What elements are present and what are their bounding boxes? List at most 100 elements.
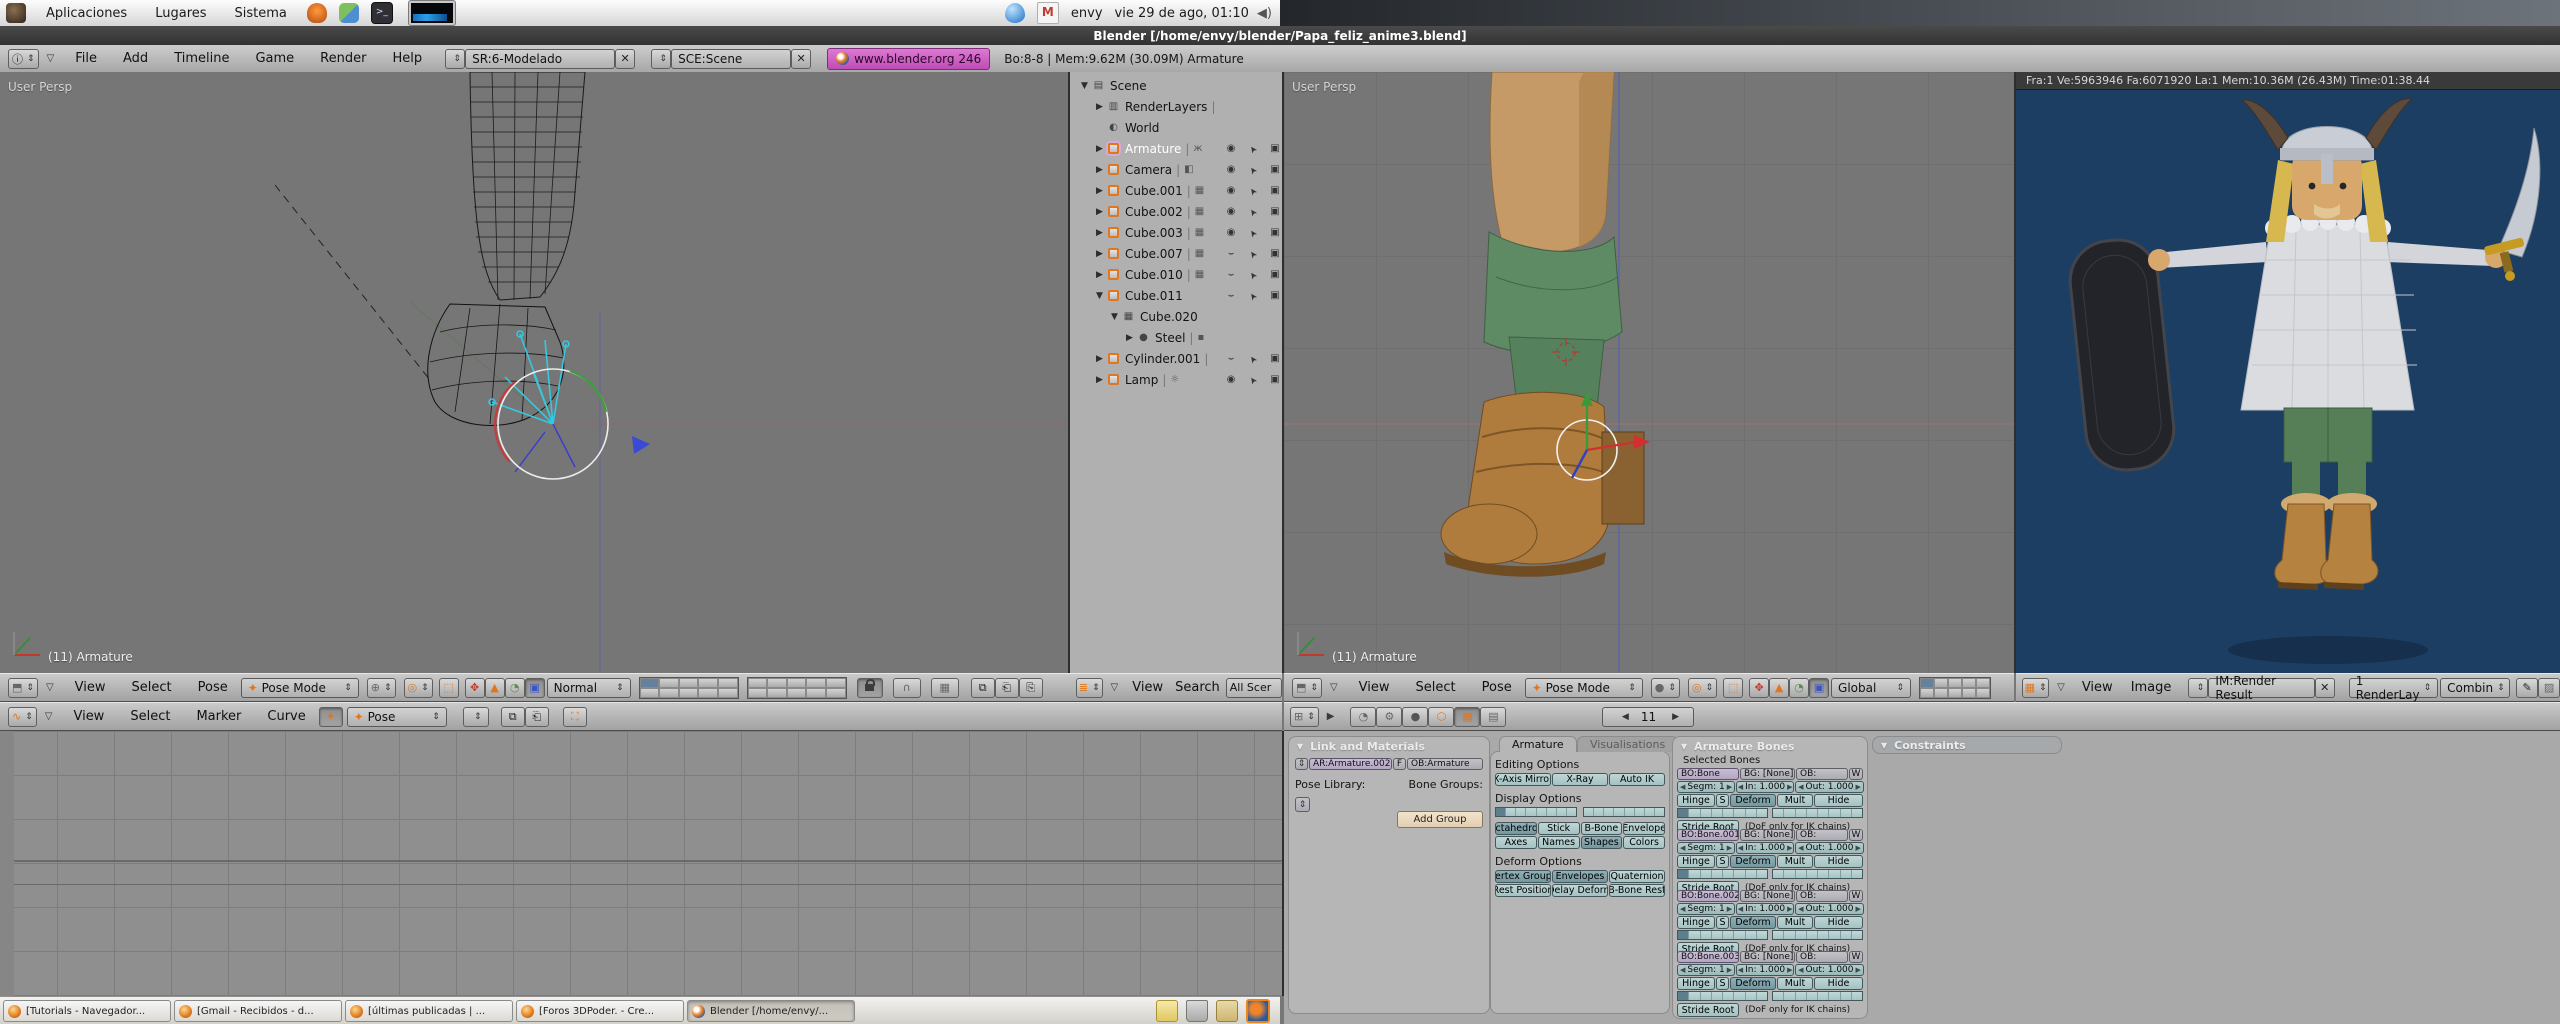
layer-cell[interactable]	[1851, 870, 1862, 878]
layer-cell[interactable]	[1734, 809, 1746, 817]
copy-pose-button[interactable]: ⧉	[970, 677, 995, 698]
outliner-panel[interactable]: ▼ ▤ Scene ▶ ▥ RenderLayers | ◐ World ▶ Armature | ж ◉…	[1070, 72, 1284, 673]
screen-selector[interactable]: SR:6-Modelado	[465, 48, 616, 69]
manipulator-translate-button[interactable]: ✥	[1749, 677, 1770, 698]
ipo-browse-button[interactable]: ⇕	[462, 706, 489, 727]
menu-lugares[interactable]: Lugares	[155, 6, 206, 21]
bone-ob-field[interactable]: OB:	[1796, 890, 1848, 902]
trash-icon[interactable]	[1186, 1000, 1208, 1022]
bone-segm-field[interactable]: ◀ Segm: 1 ▶	[1677, 903, 1736, 915]
menu-view[interactable]: View	[73, 709, 104, 724]
visibility-toggle-icon[interactable]: ⌣	[1222, 353, 1240, 364]
paste-pose-button[interactable]: ⎗	[994, 677, 1019, 698]
layer-cell[interactable]	[1594, 808, 1605, 816]
bone-mult-button[interactable]: Mult	[1777, 977, 1813, 990]
layer-cell[interactable]	[1756, 931, 1767, 939]
layer-cell[interactable]	[639, 677, 660, 688]
outliner-item-label[interactable]: Scene	[1110, 79, 1147, 93]
layer-cell[interactable]	[1948, 677, 1963, 688]
expand-open-icon[interactable]: ▼	[1108, 312, 1121, 322]
lock-button[interactable]	[856, 677, 883, 698]
layer-cell[interactable]	[1773, 809, 1785, 817]
layer-cell[interactable]	[1745, 809, 1757, 817]
outliner-row[interactable]: ▶ Cylinder.001 | ⌣ ➤ ▣	[1070, 348, 1282, 369]
renderable-toggle-icon[interactable]: ▣	[1266, 353, 1284, 364]
menu-sistema[interactable]: Sistema	[235, 6, 287, 21]
taskbar-item[interactable]: [últimas publicadas | ...	[345, 1000, 513, 1022]
layer-cell[interactable]	[1556, 808, 1567, 816]
x-axis-mirror-button[interactable]: X-Axis Mirror	[1495, 773, 1551, 786]
outliner-row[interactable]: ▼ ▦ Cube.020	[1070, 306, 1282, 327]
layer-cell[interactable]	[1536, 808, 1547, 816]
bone-ob-field[interactable]: OB:	[1796, 768, 1848, 780]
selectable-toggle-icon[interactable]: ➤	[1245, 206, 1263, 218]
layer-cell[interactable]	[1806, 870, 1818, 878]
manipulator-translate-button[interactable]: ✥	[464, 677, 485, 698]
outliner-item-label[interactable]: Cube.020	[1140, 310, 1198, 324]
renderable-toggle-icon[interactable]: ▣	[1266, 290, 1284, 301]
layer-cell[interactable]	[1934, 687, 1949, 698]
viewport-3d-left[interactable]: User Persp (11) Armature	[0, 72, 1070, 673]
menu-search[interactable]: Search	[1175, 680, 1220, 695]
fake-user-button[interactable]: F	[1393, 758, 1406, 770]
outliner-item-label[interactable]: Cube.003	[1125, 226, 1183, 240]
layer-cell[interactable]	[1604, 808, 1615, 816]
editor-type-button[interactable]: ⬒ ⇕	[8, 677, 38, 698]
outliner-row[interactable]: ▶ Lamp | ☼ ◉ ➤ ▣	[1070, 369, 1282, 390]
selectable-toggle-icon[interactable]: ➤	[1245, 164, 1263, 176]
window-preview-icon[interactable]	[408, 1, 455, 25]
layer-cell[interactable]	[718, 687, 738, 698]
note-icon[interactable]	[1156, 1000, 1178, 1022]
visibility-toggle-icon[interactable]: ◉	[1222, 374, 1240, 385]
copy-button[interactable]: ⧉	[500, 706, 525, 727]
renderable-toggle-icon[interactable]: ▣	[1266, 143, 1284, 154]
header-collapse-icon[interactable]: ▽	[1330, 682, 1338, 693]
bone-in-field[interactable]: ◀ In: 1.000 ▶	[1736, 903, 1795, 915]
octahedron-button[interactable]: Octahedron	[1495, 822, 1537, 835]
taskbar-item[interactable]: [Gmail - Recibidos - d...	[174, 1000, 342, 1022]
paste-flipped-button[interactable]: ⎘	[1018, 677, 1043, 698]
paste-button[interactable]: ⎗	[524, 706, 549, 727]
editing-buttons-tab[interactable]: ▦	[1454, 706, 1481, 727]
menu-view[interactable]: View	[1132, 680, 1163, 695]
ipo-editor-canvas[interactable]	[0, 731, 1284, 996]
panels-expand-icon[interactable]: ▶	[1327, 711, 1335, 722]
tab-visualisations[interactable]: Visualisations	[1577, 736, 1679, 752]
layer-cell[interactable]	[1773, 931, 1785, 939]
taskbar-item[interactable]: Blender [/home/envy/...	[687, 1000, 855, 1022]
bone-layer-grid-1[interactable]	[1677, 991, 1768, 1001]
layer-cell[interactable]	[806, 677, 827, 688]
expand-right-icon[interactable]: ▶	[1093, 165, 1106, 175]
add-group-button[interactable]: Add Group	[1397, 811, 1483, 828]
renderable-toggle-icon[interactable]: ▣	[1266, 164, 1284, 175]
layer-cell[interactable]	[1711, 870, 1723, 878]
image-browse-button[interactable]: ⇕	[2188, 677, 2209, 698]
renderable-toggle-icon[interactable]: ▣	[1266, 374, 1284, 385]
bone-weight-button[interactable]: W	[1849, 768, 1863, 780]
editor-type-button[interactable]: ∿ ⇕	[8, 706, 37, 727]
armature-layer-grid-2[interactable]	[1583, 807, 1665, 817]
menu-timeline[interactable]: Timeline	[174, 51, 229, 66]
layer-cell[interactable]	[698, 677, 719, 688]
bone-layer-grid-1[interactable]	[1677, 808, 1768, 818]
menu-file[interactable]: File	[75, 51, 97, 66]
layer-cell[interactable]	[1700, 992, 1712, 1000]
draw-type-button[interactable]: ● ⇕	[1650, 677, 1680, 698]
layer-cell[interactable]	[1723, 870, 1735, 878]
layer-cell[interactable]	[826, 687, 846, 698]
outliner-row[interactable]: ▶ Cube.002 | ▦ ◉ ➤ ▣	[1070, 201, 1282, 222]
blender-titlebar[interactable]: Blender [/home/envy/blender/Papa_feliz_a…	[0, 26, 2560, 46]
layer-cell[interactable]	[1840, 870, 1852, 878]
header-collapse-icon[interactable]: ▽	[45, 711, 53, 722]
layer-cell[interactable]	[1829, 992, 1841, 1000]
layer-cell[interactable]	[1784, 809, 1796, 817]
x-ray-button[interactable]: X-Ray	[1552, 773, 1608, 786]
renderable-toggle-icon[interactable]: ▣	[1266, 248, 1284, 259]
layer-cell[interactable]	[1818, 992, 1830, 1000]
layer-cell[interactable]	[1851, 809, 1862, 817]
layer-cell[interactable]	[1496, 808, 1507, 816]
bone-mult-button[interactable]: Mult	[1777, 794, 1813, 807]
bone-hide-button[interactable]: Hide	[1814, 977, 1863, 990]
selectable-toggle-icon[interactable]: ➤	[1245, 374, 1263, 386]
header-collapse-icon[interactable]: ▽	[47, 53, 55, 64]
